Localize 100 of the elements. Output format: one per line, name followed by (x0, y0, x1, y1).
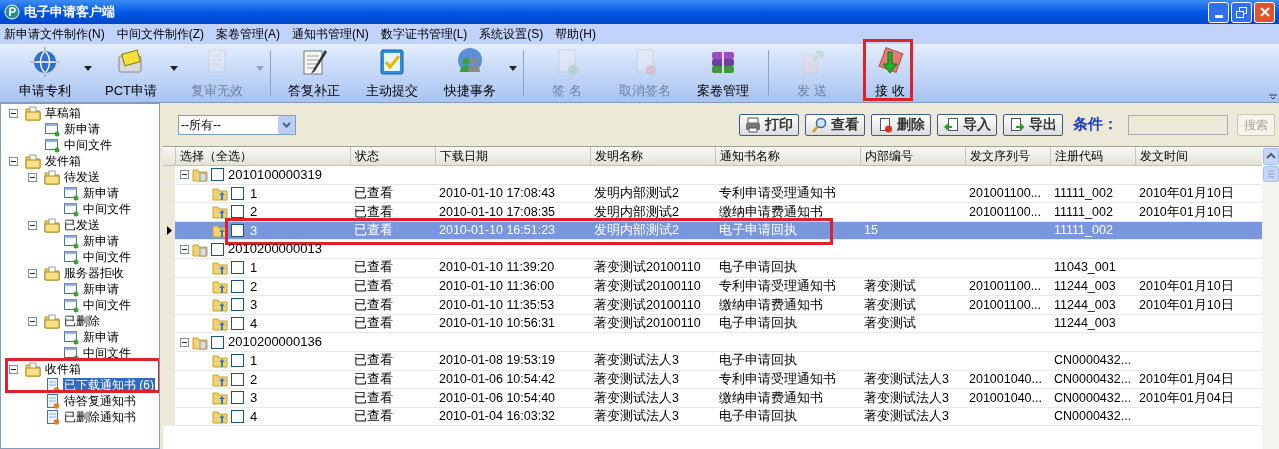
toolbar-button[interactable]: 快捷事务 (431, 44, 509, 102)
collapse-icon[interactable] (28, 316, 37, 326)
checkbox[interactable] (211, 168, 224, 182)
column-header[interactable]: 发明名称 (590, 147, 715, 165)
checkbox[interactable] (231, 224, 244, 238)
menu-item[interactable]: 新申请文件制作(N) (3, 25, 106, 43)
import-icon (943, 116, 959, 133)
column-header[interactable]: 状态 (350, 147, 435, 165)
tree-item[interactable]: 中间文件 (82, 201, 132, 217)
checkbox[interactable] (231, 298, 244, 312)
column-header[interactable]: 通知书名称 (715, 147, 860, 165)
tree-item[interactable]: 发件箱 (44, 153, 82, 169)
table-cell-text: 15 (863, 222, 879, 240)
checkbox[interactable] (211, 335, 224, 349)
menu-item[interactable]: 中间文件制作(Z) (115, 25, 205, 43)
collapse-icon[interactable] (28, 268, 37, 278)
checkbox[interactable] (231, 372, 244, 386)
menu-item[interactable]: 数字证书管理(L) (379, 25, 469, 43)
menu-item[interactable]: 通知书管理(N) (291, 25, 370, 43)
tree-item[interactable]: 待答复通知书 (63, 393, 137, 409)
table-cell-text: 已查看 (353, 408, 394, 426)
tree-item[interactable]: 中间文件 (63, 137, 113, 153)
tree-item[interactable]: 新申请 (82, 233, 120, 249)
tree-item[interactable]: 已发送 (63, 217, 101, 233)
toolbar-overflow-icon[interactable] (1269, 92, 1277, 100)
table-cell-text: 2010-01-08 19:53:19 (438, 352, 557, 370)
category-dropdown[interactable]: --所有-- (178, 114, 296, 135)
table-cell-text: 2010-01-06 10:54:42 (438, 370, 557, 388)
tree-item[interactable]: 中间文件 (82, 345, 132, 361)
checkbox[interactable] (231, 317, 244, 331)
checkbox[interactable] (231, 186, 244, 200)
tree-item[interactable]: 已删除通知书 (63, 409, 137, 425)
checkbox[interactable] (211, 242, 224, 256)
toolbar-button[interactable]: 接 收 (851, 44, 929, 102)
action-button[interactable]: 打印 (739, 113, 799, 136)
tree-item[interactable]: 服务器拒收 (63, 265, 125, 281)
tree-item[interactable]: 新申请 (63, 121, 101, 137)
tree-item[interactable]: 新申请 (82, 329, 120, 345)
table-cell-text: 著变测试法人3 (593, 408, 680, 426)
row-number: 3 (250, 389, 258, 408)
table-cell-text: 已查看 (353, 352, 394, 370)
action-button[interactable]: 导出 (1003, 113, 1063, 136)
checkbox[interactable] (231, 410, 244, 423)
toolbar-button[interactable]: 答复补正 (275, 44, 353, 102)
collapse-icon[interactable] (180, 170, 189, 180)
tree-item[interactable]: 收件箱 (44, 361, 82, 377)
window-icon (63, 249, 79, 265)
tree-item[interactable]: 中间文件 (82, 297, 132, 313)
application-number: 2010200000136 (228, 333, 322, 352)
column-header[interactable]: 发文序列号 (965, 147, 1050, 165)
menu-item[interactable]: 帮助(H) (554, 25, 597, 43)
tree-item[interactable]: 草稿箱 (44, 105, 82, 121)
column-header[interactable]: 内部编号 (860, 147, 965, 165)
collapse-icon[interactable] (28, 172, 37, 182)
collapse-icon[interactable] (9, 156, 18, 166)
action-button[interactable]: 导入 (937, 113, 997, 136)
toolbar-button[interactable]: 申请专利 (6, 44, 84, 102)
dropdown-caret-icon[interactable] (84, 65, 92, 71)
table-cell-text: CN0000432... (1053, 408, 1133, 426)
row-number: 3 (250, 296, 258, 315)
table-cell-text: 2010-01-10 11:36:00 (438, 278, 556, 295)
toolbar-button[interactable]: 主动提交 (353, 44, 431, 102)
tree-item[interactable]: 已删除 (63, 313, 101, 329)
checkbox[interactable] (231, 354, 244, 368)
restore-button[interactable] (1231, 1, 1252, 23)
window-icon (44, 137, 60, 153)
scrollbar[interactable] (1262, 147, 1279, 449)
checkbox[interactable] (231, 279, 244, 293)
close-button[interactable] (1254, 1, 1275, 23)
tree-item[interactable]: 新申请 (82, 185, 120, 201)
checkbox[interactable] (231, 205, 244, 219)
dropdown-caret-icon[interactable] (509, 65, 517, 71)
minimize-icon (1214, 14, 1223, 18)
menu-item[interactable]: 案卷管理(A) (215, 25, 281, 43)
table-cell-text: 已查看 (353, 315, 394, 333)
minimize-button[interactable] (1208, 1, 1229, 23)
column-header[interactable]: 注册代码 (1050, 147, 1135, 165)
action-button[interactable]: 删除 (871, 113, 931, 136)
document-icon (44, 409, 60, 425)
column-header[interactable]: 下载日期 (435, 147, 590, 165)
toolbar-button[interactable]: 案卷管理 (684, 44, 762, 102)
checkbox[interactable] (231, 391, 244, 405)
column-header[interactable]: 选择（全选） (175, 147, 350, 165)
collapse-icon[interactable] (9, 364, 18, 374)
dropdown-caret-icon[interactable] (170, 65, 178, 71)
collapse-icon[interactable] (180, 244, 189, 254)
menu-item[interactable]: 系统设置(S) (478, 25, 545, 43)
row-number: 1 (250, 352, 258, 370)
collapse-icon[interactable] (28, 220, 37, 230)
tree-item[interactable]: 新申请 (82, 281, 120, 297)
folder-icon (212, 316, 228, 332)
toolbar-button[interactable]: PCT申请 (92, 44, 170, 102)
action-button[interactable]: 查看 (805, 113, 865, 136)
search-icon (811, 116, 827, 133)
tree-item[interactable]: 待发送 (63, 169, 101, 185)
condition-field[interactable] (1128, 114, 1228, 135)
collapse-icon[interactable] (9, 108, 18, 118)
tree-item[interactable]: 中间文件 (82, 249, 132, 265)
collapse-icon[interactable] (180, 337, 189, 347)
checkbox[interactable] (231, 261, 244, 275)
